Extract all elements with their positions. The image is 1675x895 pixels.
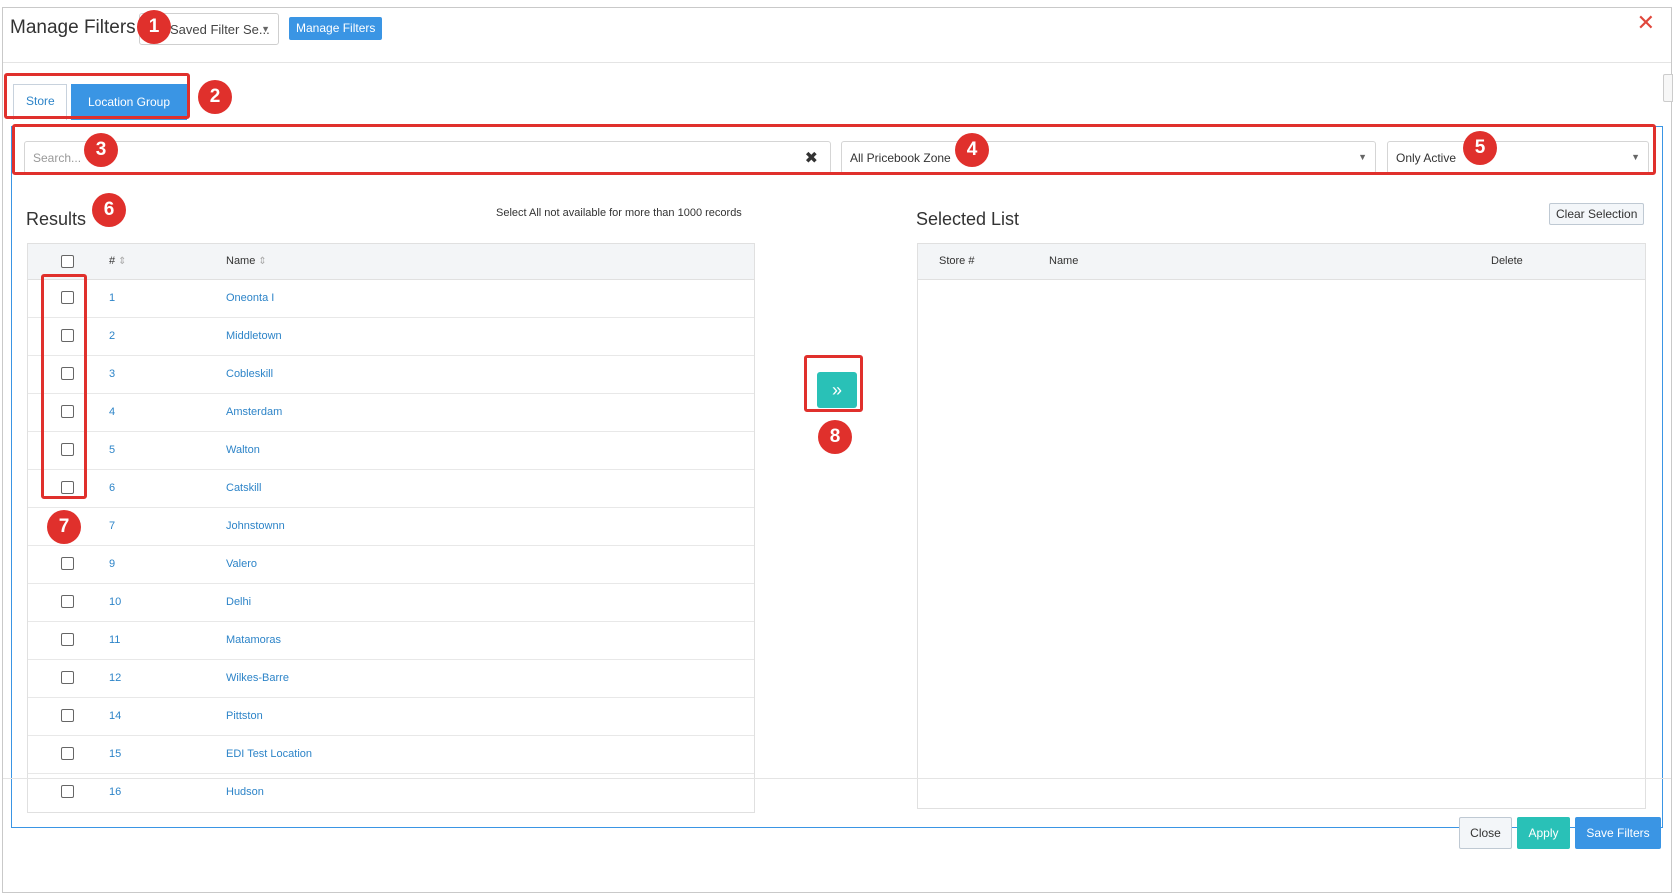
column-header-delete: Delete: [1491, 255, 1523, 267]
row-name[interactable]: Johnstownn: [226, 520, 285, 532]
selected-table: Store # Name Delete: [917, 243, 1646, 809]
results-table-header: # ⇕ Name ⇕: [28, 244, 754, 280]
row-name[interactable]: Walton: [226, 444, 260, 456]
annotation-badge-6: 6: [92, 193, 126, 227]
annotation-badge-4: 4: [955, 133, 989, 167]
selected-list-title: Selected List: [916, 209, 1020, 229]
row-checkbox[interactable]: [61, 367, 74, 380]
row-name[interactable]: Delhi: [226, 596, 251, 608]
selected-table-header: Store # Name Delete: [918, 244, 1645, 280]
chevron-down-icon: ▼: [1358, 152, 1367, 162]
annotation-badge-3: 3: [84, 133, 118, 167]
row-checkbox[interactable]: [61, 671, 74, 684]
row-checkbox[interactable]: [61, 291, 74, 304]
clear-selection-button[interactable]: Clear Selection: [1549, 203, 1645, 225]
table-row: 6 Catskill: [28, 470, 754, 508]
row-number[interactable]: 6: [109, 482, 115, 494]
row-name[interactable]: Cobleskill: [226, 368, 273, 380]
row-number[interactable]: 4: [109, 406, 115, 418]
annotation-badge-7: 7: [47, 510, 81, 544]
row-name[interactable]: Catskill: [226, 482, 261, 494]
annotation-badge-2: 2: [198, 80, 232, 114]
row-checkbox[interactable]: [61, 595, 74, 608]
row-number[interactable]: 10: [109, 596, 121, 608]
column-header-name[interactable]: Name ⇕: [226, 255, 267, 267]
move-to-selected-button[interactable]: »: [817, 372, 857, 408]
row-number[interactable]: 14: [109, 710, 121, 722]
row-name[interactable]: Matamoras: [226, 634, 281, 646]
results-table: # ⇕ Name ⇕ 1 Oneonta I 2 Middletown 3 Coblesk…: [27, 243, 755, 813]
table-row: 7 Johnstownn: [28, 508, 754, 546]
modal-footer: Close Apply Save Filters: [3, 778, 1671, 893]
row-checkbox[interactable]: [61, 709, 74, 722]
save-filters-button[interactable]: Save Filters: [1575, 817, 1661, 849]
column-header-store-num: Store #: [939, 255, 975, 267]
tab-location-group[interactable]: Location Group: [71, 84, 187, 120]
status-select[interactable]: Only Active ▼: [1387, 141, 1649, 174]
annotation-badge-1: 1: [137, 10, 171, 44]
row-name[interactable]: Wilkes-Barre: [226, 672, 289, 684]
row-name[interactable]: Amsterdam: [226, 406, 282, 418]
close-icon[interactable]: ✕: [1637, 10, 1655, 36]
table-row: 12 Wilkes-Barre: [28, 660, 754, 698]
clear-search-icon[interactable]: ✖: [805, 148, 818, 168]
search-input[interactable]: Search... ✖: [24, 141, 831, 174]
row-checkbox[interactable]: [61, 329, 74, 342]
table-row: 11 Matamoras: [28, 622, 754, 660]
status-value: Only Active: [1396, 151, 1457, 165]
row-name[interactable]: EDI Test Location: [226, 748, 312, 760]
saved-filter-placeholder: Saved Filter Se...: [170, 22, 270, 37]
pricebook-zone-value: All Pricebook Zone: [850, 151, 951, 165]
row-checkbox[interactable]: [61, 557, 74, 570]
row-number[interactable]: 9: [109, 558, 115, 570]
row-checkbox[interactable]: [61, 747, 74, 760]
row-checkbox[interactable]: [61, 633, 74, 646]
table-row: 1 Oneonta I: [28, 280, 754, 318]
filter-panel: Search... ✖ All Pricebook Zone ▼ Only Ac…: [11, 126, 1663, 828]
row-name[interactable]: Middletown: [226, 330, 282, 342]
row-number[interactable]: 1: [109, 292, 115, 304]
chevron-down-icon: ▼: [261, 24, 270, 34]
table-row: 9 Valero: [28, 546, 754, 584]
row-checkbox[interactable]: [61, 481, 74, 494]
row-checkbox[interactable]: [61, 405, 74, 418]
tab-store[interactable]: Store: [13, 84, 67, 120]
modal-header: Manage Filters Saved Filter Se... ▼ Mana…: [3, 8, 1671, 63]
annotation-badge-5: 5: [1463, 131, 1497, 165]
table-row: 10 Delhi: [28, 584, 754, 622]
row-number[interactable]: 12: [109, 672, 121, 684]
row-number[interactable]: 15: [109, 748, 121, 760]
table-row: 15 EDI Test Location: [28, 736, 754, 774]
row-checkbox[interactable]: [61, 443, 74, 456]
row-name[interactable]: Oneonta I: [226, 292, 274, 304]
results-title: Results: [26, 209, 87, 229]
row-name[interactable]: Pittston: [226, 710, 263, 722]
table-row: 2 Middletown: [28, 318, 754, 356]
row-number[interactable]: 2: [109, 330, 115, 342]
row-number[interactable]: 3: [109, 368, 115, 380]
table-row: 4 Amsterdam: [28, 394, 754, 432]
table-row: 5 Walton: [28, 432, 754, 470]
pricebook-zone-select[interactable]: All Pricebook Zone ▼: [841, 141, 1376, 174]
table-row: 14 Pittston: [28, 698, 754, 736]
select-all-note: Select All not available for more than 1…: [496, 207, 742, 219]
table-row: 3 Cobleskill: [28, 356, 754, 394]
modal-title: Manage Filters: [10, 17, 136, 38]
close-button[interactable]: Close: [1459, 817, 1512, 849]
row-number[interactable]: 5: [109, 444, 115, 456]
row-number[interactable]: 7: [109, 520, 115, 532]
annotation-badge-8: 8: [818, 420, 852, 454]
apply-button[interactable]: Apply: [1517, 817, 1570, 849]
side-panel-handle[interactable]: [1663, 74, 1673, 102]
row-number[interactable]: 11: [109, 634, 120, 646]
column-header-num[interactable]: # ⇕: [109, 255, 127, 267]
chevron-down-icon: ▼: [1631, 152, 1640, 162]
select-all-checkbox[interactable]: [61, 255, 74, 268]
column-header-name: Name: [1049, 255, 1079, 267]
sort-icon: ⇕: [258, 256, 267, 267]
manage-filters-button[interactable]: Manage Filters: [289, 17, 383, 40]
sort-icon: ⇕: [118, 256, 127, 267]
row-name[interactable]: Valero: [226, 558, 257, 570]
search-placeholder: Search...: [33, 151, 82, 165]
